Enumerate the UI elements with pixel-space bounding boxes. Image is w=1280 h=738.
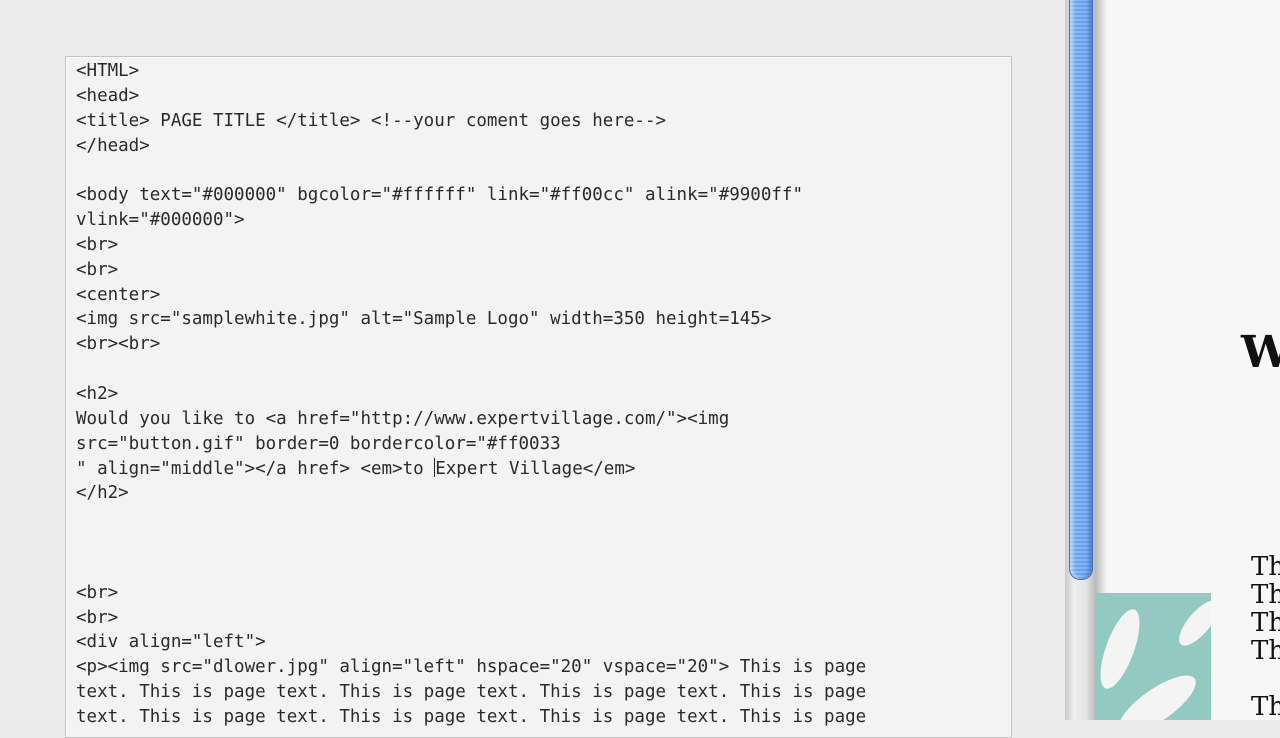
code-line: <center>: [76, 284, 161, 305]
code-line: src="button.gif" border=0 bordercolor="#…: [76, 433, 561, 454]
code-line: Would you like to <a href="http://www.ex…: [76, 408, 730, 429]
code-line: </head>: [76, 135, 150, 156]
preview-text-line: Th: [1251, 552, 1280, 582]
preview-text-line: [1251, 665, 1280, 693]
code-line: <h2>: [76, 383, 119, 404]
preview-text-line: Th: [1251, 692, 1280, 720]
code-line: <div align="left">: [76, 632, 266, 653]
preview-text-line: Th: [1251, 608, 1280, 638]
code-editor[interactable]: <HTML> <head> <title> PAGE TITLE </title> …: [65, 56, 1012, 738]
code-line: <title> PAGE TITLE </title> <!--your com…: [76, 110, 667, 131]
code-text-after-caret: Expert Village</em>: [435, 458, 636, 479]
code-line: <br>: [76, 607, 119, 628]
flower-icon: [1100, 600, 1211, 720]
preview-flower-image: [1095, 593, 1211, 720]
code-line-with-caret: " align="middle"></a href> <em>to Expert…: [76, 457, 1006, 482]
code-line: <br>: [76, 234, 119, 255]
preview-text-line: Th: [1251, 580, 1280, 610]
scrollbar-thumb[interactable]: [1069, 0, 1093, 580]
code-line: <head>: [76, 85, 140, 106]
code-text-before-caret: " align="middle"></a href> <em>to: [76, 458, 435, 479]
code-line: </h2>: [76, 483, 129, 504]
code-line: <br><br>: [76, 334, 161, 355]
code-line: <br>: [76, 259, 119, 280]
preview-heading: W: [1241, 327, 1280, 378]
code-line: <img src="samplewhite.jpg" alt="Sample L…: [76, 309, 772, 330]
text-editor-window: <HTML> <head> <title> PAGE TITLE </title> …: [0, 0, 1068, 738]
code-line: vlink="#000000">: [76, 210, 245, 231]
code-line: text. This is page text. This is page te…: [76, 706, 867, 727]
preview-text-line: Th: [1251, 636, 1280, 666]
preview-body-text: Th Th Th Th Th: [1251, 553, 1280, 720]
code-line: <p><img src="dlower.jpg" align="left" hs…: [76, 657, 867, 678]
code-text-area[interactable]: <HTML> <head> <title> PAGE TITLE </title> …: [76, 59, 1006, 730]
vertical-scrollbar[interactable]: [1065, 0, 1095, 720]
code-line: <br>: [76, 582, 119, 603]
code-line: <HTML>: [76, 61, 140, 81]
code-line: text. This is page text. This is page te…: [76, 682, 867, 703]
code-line: <body text="#000000" bgcolor="#ffffff" l…: [76, 185, 803, 206]
browser-preview-window: W Th Th Th Th Th: [1095, 0, 1280, 720]
